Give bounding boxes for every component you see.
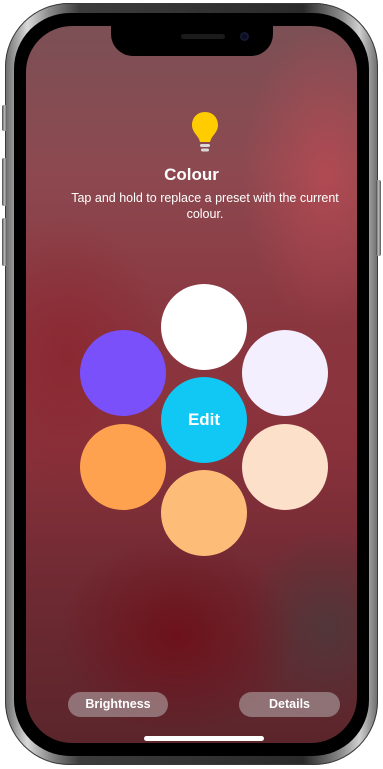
color-preset-white[interactable]: [161, 284, 247, 370]
brightness-button[interactable]: Brightness: [68, 692, 168, 717]
color-preset-light-orange[interactable]: [161, 470, 247, 556]
notch: [111, 26, 273, 56]
color-preset-lavender[interactable]: [242, 330, 328, 416]
edit-button[interactable]: Edit: [161, 377, 247, 463]
lightbulb-icon: [192, 112, 218, 152]
color-preset-purple[interactable]: [80, 330, 166, 416]
front-camera: [240, 32, 249, 41]
color-preset-orange[interactable]: [80, 424, 166, 510]
mute-switch: [2, 105, 7, 131]
details-button[interactable]: Details: [239, 692, 340, 717]
power-button: [376, 180, 381, 256]
device-mockup: Colour Tap and hold to replace a preset …: [0, 0, 383, 769]
volume-up-button: [2, 158, 7, 206]
volume-down-button: [2, 218, 7, 266]
page-title: Colour: [164, 165, 219, 184]
home-indicator[interactable]: [144, 736, 264, 741]
speaker-grille: [181, 34, 225, 39]
edit-label: Edit: [187, 410, 221, 429]
page-subtitle: Tap and hold to replace a preset with th…: [71, 191, 339, 221]
color-preset-peach[interactable]: [242, 424, 328, 510]
